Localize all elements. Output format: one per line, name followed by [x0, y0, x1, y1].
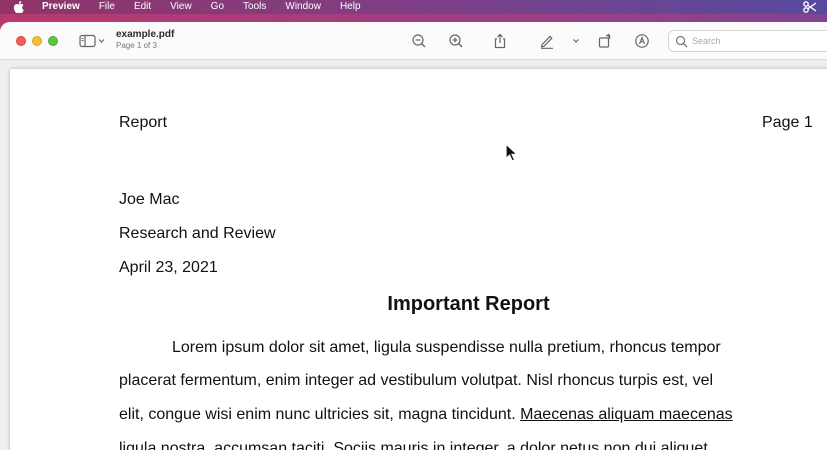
menu-file[interactable]: File: [99, 0, 115, 14]
share-button[interactable]: [491, 32, 509, 50]
pdf-page: Report Page 1 Joe Mac Research and Revie…: [10, 69, 827, 450]
paragraph-line: ligula nostra, accumsan taciti. Sociis m…: [119, 440, 713, 450]
paragraph-link[interactable]: Maecenas aliquam maecenas: [520, 406, 733, 423]
department-name: Research and Review: [119, 225, 276, 242]
zoom-out-icon: [412, 34, 426, 48]
markup-circle-icon: [635, 34, 649, 48]
search-icon: [675, 35, 688, 48]
minimize-window-button[interactable]: [32, 36, 42, 46]
menu-bar: Preview File Edit View Go Tools Window H…: [0, 0, 827, 14]
menu-view[interactable]: View: [170, 0, 192, 14]
document-date: April 23, 2021: [119, 259, 218, 276]
zoom-in-icon: [449, 34, 463, 48]
page-header-left: Report: [119, 114, 168, 131]
menu-edit[interactable]: Edit: [134, 0, 151, 14]
rotate-button[interactable]: [596, 32, 614, 50]
paragraph-line: placerat fermentum, enim integer ad vest…: [119, 372, 714, 389]
pencil-icon: [540, 35, 553, 49]
paragraph-line: Lorem ipsum dolor sit amet, ligula suspe…: [172, 339, 721, 356]
sidebar-toggle-button[interactable]: [79, 33, 107, 49]
share-icon: [494, 33, 506, 49]
menu-go[interactable]: Go: [211, 0, 224, 14]
markup-options-button[interactable]: [567, 32, 585, 50]
menu-help[interactable]: Help: [340, 0, 361, 14]
paragraph-text: elit, congue wisi enim nunc ultricies si…: [119, 406, 521, 423]
apple-icon[interactable]: [14, 1, 26, 13]
page-header-right: Page 1: [762, 114, 813, 131]
sidebar-icon: [79, 34, 105, 48]
preview-window: example.pdf Page 1 of 3 Search Report Pa…: [0, 22, 827, 450]
close-window-button[interactable]: [16, 36, 26, 46]
rotate-icon: [598, 33, 611, 48]
author-name: Joe Mac: [119, 191, 180, 208]
menu-tools[interactable]: Tools: [243, 0, 266, 14]
scissors-icon[interactable]: [803, 1, 817, 13]
paragraph-line: elit, congue wisi enim nunc ultricies si…: [119, 406, 733, 424]
chevron-down-icon: [573, 39, 579, 43]
markup-button[interactable]: [538, 32, 556, 50]
menu-window[interactable]: Window: [285, 0, 321, 14]
search-input[interactable]: [692, 34, 812, 48]
page-count-label: Page 1 of 3: [116, 41, 157, 50]
annotate-button[interactable]: [633, 32, 651, 50]
zoom-in-button[interactable]: [447, 32, 465, 50]
document-heading: Important Report: [387, 293, 550, 315]
search-field[interactable]: [668, 30, 827, 52]
window-toolbar: example.pdf Page 1 of 3: [0, 22, 827, 60]
zoom-out-button[interactable]: [410, 32, 428, 50]
menu-app-name[interactable]: Preview: [42, 0, 80, 14]
zoom-window-button[interactable]: [48, 36, 58, 46]
document-title: example.pdf: [116, 29, 175, 40]
mouse-cursor-icon: [505, 142, 519, 163]
